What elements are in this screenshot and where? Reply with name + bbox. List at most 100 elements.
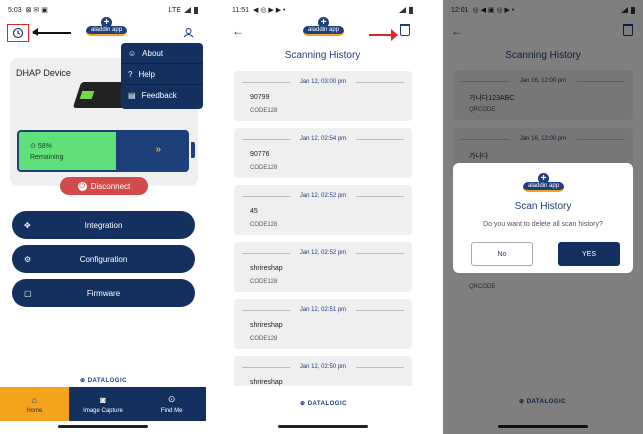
datalogic-logo: ⊕ DATALOGIC — [80, 378, 127, 384]
battery-fill — [19, 132, 117, 170]
logo-text: aladdin app — [86, 26, 128, 36]
confirm-dialog: + aladdin app Scan History Do you want t… — [453, 163, 633, 273]
overflow-menu: ☺ About ? Help ▤ Feedback — [121, 43, 203, 109]
annotation-arrow — [32, 29, 71, 35]
gesture-bar — [498, 425, 588, 428]
logo-text: aladdin app — [523, 182, 565, 192]
footer: ⊕ DATALOGIC — [224, 386, 421, 420]
record-type: CODE128 — [250, 165, 278, 171]
device-title: DHAP Device — [16, 68, 71, 78]
app-logo: + aladdin app — [303, 17, 345, 36]
help-icon: ? — [128, 69, 133, 79]
nav-image-capture[interactable]: ◙ Image Capture — [69, 387, 138, 421]
menu-item-label: Feedback — [141, 91, 177, 100]
power-icon: ⏻ — [77, 181, 87, 191]
status-time: 5:03 — [8, 6, 22, 14]
list-item[interactable]: Jan 12, 02:51 pm shrireshap CODE128 — [234, 299, 412, 349]
signal-icon — [399, 7, 406, 13]
divider — [356, 367, 404, 368]
record-value: 90799 — [250, 94, 270, 101]
integration-label: Integration — [84, 220, 123, 230]
gear-icon: ⚙ — [24, 254, 32, 264]
scanning-history-screen: 11:51 ◀ ◎ ▶ ▶ • ← + aladdin app Scanning… — [224, 0, 421, 434]
menu-item-label: Help — [138, 69, 155, 79]
status-notification-icons: ⊠ ✉ ▣ — [25, 7, 48, 14]
delete-confirm-screen: 12:01 ◎ ◀ ▣ ◎ ▶ • ← Scanning History Jan… — [443, 0, 643, 434]
nav-find-me-label: Find Me — [160, 408, 183, 414]
home-icon: ⌂ — [31, 394, 38, 405]
list-item[interactable]: Jan 12, 02:52 pm shrireshap CODE128 — [234, 242, 412, 292]
firmware-button[interactable]: ▢ Firmware — [12, 279, 195, 307]
list-item[interactable]: Jan 12, 02:52 pm 45 CODE128 — [234, 185, 412, 235]
nav-image-capture-label: Image Capture — [83, 407, 123, 414]
history-button[interactable] — [7, 24, 29, 42]
configuration-label: Configuration — [79, 254, 128, 264]
integration-icon: ✥ — [24, 220, 31, 230]
record-value: shrireshap — [250, 379, 283, 386]
camera-icon: ◙ — [100, 394, 106, 405]
menu-item-help[interactable]: ? Help — [121, 64, 203, 85]
battery-percent: ⊙ 58% — [30, 143, 52, 150]
menu-button[interactable] — [183, 27, 194, 41]
record-type: CODE128 — [250, 336, 278, 342]
record-type: CODE128 — [250, 279, 278, 285]
record-value: shrireshap — [250, 322, 283, 329]
feedback-icon: ▤ — [128, 91, 136, 100]
status-time: 11:51 — [232, 6, 249, 14]
battery-remaining-label: Remaining — [30, 154, 64, 161]
record-value: shrireshap — [250, 265, 283, 272]
app-logo: + aladdin app — [86, 17, 128, 36]
nav-home-label: Home — [26, 407, 43, 414]
firmware-icon: ▢ — [24, 288, 32, 298]
divider — [356, 139, 404, 140]
chevron-right-icon: » — [155, 144, 161, 155]
divider — [356, 196, 404, 197]
status-notification-icons: ◀ ◎ ▶ ▶ • — [253, 7, 286, 14]
battery-status-icon — [409, 6, 413, 14]
dialog-title: Scan History — [514, 201, 572, 212]
firmware-label: Firmware — [86, 288, 121, 298]
annotation-arrow — [369, 29, 398, 41]
configuration-button[interactable]: ⚙ Configuration — [12, 245, 195, 273]
dialog-message: Do you want to delete all scan history? — [483, 221, 603, 228]
integration-button[interactable]: ✥ Integration — [12, 211, 195, 239]
divider — [356, 82, 404, 83]
record-value: 45 — [250, 208, 258, 215]
page-title: Scanning History — [284, 50, 361, 61]
list-item[interactable]: Jan 12, 02:54 pm 90776 CODE128 — [234, 128, 412, 178]
disconnect-label: Disconnect — [90, 181, 131, 191]
about-icon: ☺ — [128, 48, 137, 58]
gesture-bar — [58, 425, 148, 428]
divider — [356, 310, 404, 311]
nav-home[interactable]: ⌂ Home — [0, 387, 69, 421]
nav-find-me[interactable]: ⊙ Find Me — [137, 387, 206, 421]
record-type: CODE128 — [250, 108, 278, 114]
menu-item-about[interactable]: ☺ About — [121, 43, 203, 64]
home-screen: 5:03 ⊠ ✉ ▣ LTE + aladdin app DHAP Device… — [0, 0, 206, 434]
datalogic-logo: ⊕ DATALOGIC — [300, 401, 347, 407]
dialog-logo: + aladdin app — [523, 173, 565, 192]
bottom-navigation: ⌂ Home ◙ Image Capture ⊙ Find Me — [0, 387, 206, 421]
back-button[interactable]: ← — [232, 24, 244, 38]
location-pin-icon: ⊙ — [167, 394, 176, 404]
network-label: LTE — [168, 6, 181, 14]
no-button[interactable]: No — [471, 242, 533, 266]
delete-history-button[interactable] — [400, 24, 410, 36]
gesture-bar — [277, 425, 368, 428]
menu-item-feedback[interactable]: ▤ Feedback — [121, 85, 203, 106]
list-item[interactable]: Jan 12, 03:00 pm 90799 CODE128 — [234, 71, 412, 121]
menu-icon — [183, 28, 194, 38]
record-type: CODE128 — [250, 222, 278, 228]
battery-tip — [191, 142, 195, 158]
yes-button[interactable]: YES — [558, 242, 620, 266]
divider — [356, 253, 404, 254]
disconnect-button[interactable]: ⏻ Disconnect — [60, 177, 148, 195]
history-icon — [12, 27, 24, 39]
battery-indicator: ⊙ 58% Remaining » — [17, 130, 189, 172]
menu-item-label: About — [142, 48, 164, 58]
signal-icon — [184, 7, 191, 13]
back-arrow-icon: ← — [232, 24, 244, 38]
logo-text: aladdin app — [303, 26, 345, 36]
battery-status-icon — [194, 6, 198, 14]
record-value: 90776 — [250, 151, 270, 158]
